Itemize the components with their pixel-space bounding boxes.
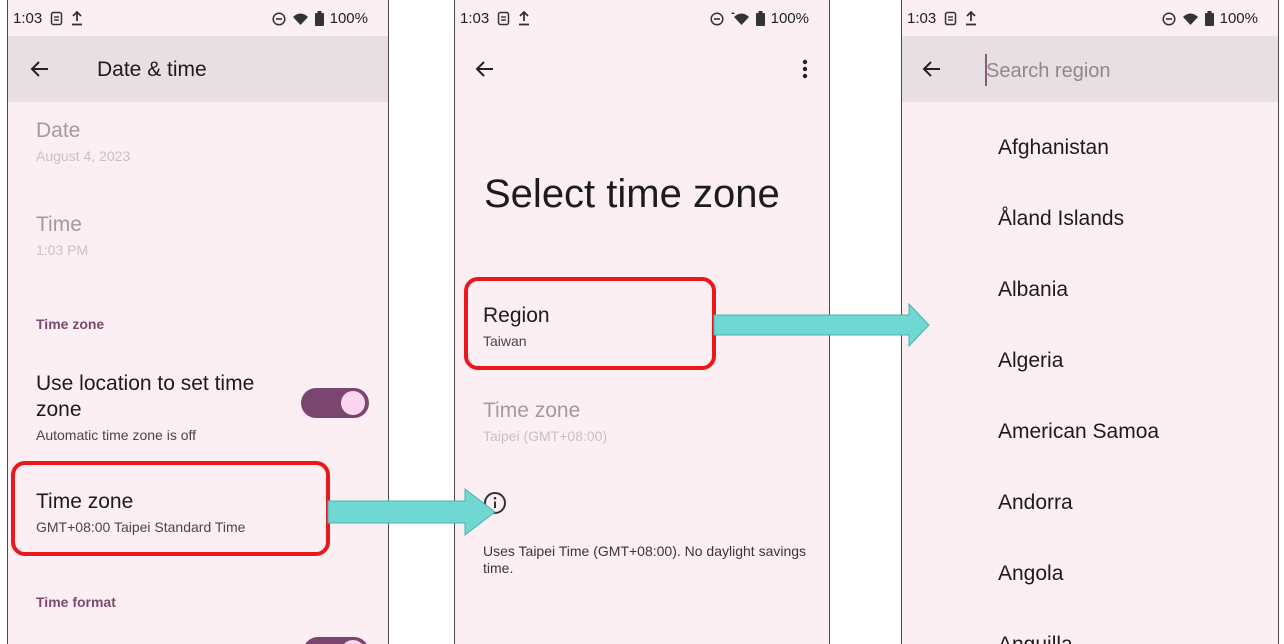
date-time-screen: 1:03 100% Date & time Date August 4, 202… xyxy=(7,0,389,644)
dnd-icon xyxy=(272,11,286,26)
back-arrow-icon[interactable] xyxy=(24,53,56,85)
arrow-to-search-region xyxy=(713,303,930,347)
toggle-knob xyxy=(341,391,365,415)
list-item[interactable]: Anguilla xyxy=(998,633,1073,644)
toggle-knob xyxy=(341,640,365,644)
time-format-toggle[interactable] xyxy=(303,637,369,644)
status-time: 1:03 xyxy=(13,10,43,27)
more-vert-icon[interactable] xyxy=(789,53,821,85)
search-app-bar xyxy=(902,36,1278,102)
sim-icon xyxy=(50,11,63,26)
search-region-input[interactable] xyxy=(986,56,1246,86)
time-zone-highlight-box xyxy=(11,461,330,556)
time-zone-title: Time zone xyxy=(483,399,581,422)
use-location-subtitle: Automatic time zone is off xyxy=(36,427,197,443)
list-item[interactable]: Angola xyxy=(998,562,1063,586)
status-bar: 1:03 100% xyxy=(8,0,388,36)
time-zone-footer-text: Uses Taipei Time (GMT+08:00). No dayligh… xyxy=(483,543,807,576)
time-zone-section-header: Time zone xyxy=(36,316,105,332)
battery-level: 100% xyxy=(770,10,809,27)
list-item[interactable]: Andorra xyxy=(998,491,1073,515)
battery-level: 100% xyxy=(329,10,368,27)
date-preference[interactable]: Date August 4, 2023 xyxy=(36,118,372,165)
upload-icon xyxy=(518,11,530,26)
list-item[interactable]: Albania xyxy=(998,278,1068,302)
back-arrow-icon[interactable] xyxy=(469,53,501,85)
list-item[interactable]: Algeria xyxy=(998,349,1063,373)
time-zone-preference[interactable]: Time zone Taipei (GMT+08:00) xyxy=(483,398,813,445)
dnd-icon xyxy=(710,11,724,26)
page-title: Date & time xyxy=(97,58,207,81)
time-preference[interactable]: Time 1:03 PM xyxy=(36,212,372,259)
page-title: Select time zone xyxy=(484,172,780,216)
use-location-preference[interactable]: Use location to set time zone Automatic … xyxy=(36,371,288,444)
use-location-title: Use location to set time zone xyxy=(36,372,255,421)
search-region-screen: 1:03 100% Afghanist xyxy=(901,0,1279,644)
status-bar: 1:03 100% xyxy=(902,0,1278,36)
list-item[interactable]: Åland Islands xyxy=(998,207,1124,231)
arrow-to-select-time-zone xyxy=(327,488,496,536)
app-bar: Date & time xyxy=(8,36,388,102)
use-location-toggle[interactable] xyxy=(301,388,369,418)
upload-icon xyxy=(71,11,83,26)
battery-level: 100% xyxy=(1219,10,1258,27)
time-zone-value: Taipei (GMT+08:00) xyxy=(483,428,608,444)
sim-icon xyxy=(497,11,510,26)
status-bar: 1:03 100% xyxy=(455,0,829,36)
wifi-icon xyxy=(730,11,750,26)
wifi-icon xyxy=(292,12,309,26)
list-item[interactable]: Afghanistan xyxy=(998,136,1109,160)
time-value: 1:03 PM xyxy=(36,242,89,258)
region-highlight-box xyxy=(464,277,716,370)
status-time: 1:03 xyxy=(907,10,937,27)
sim-icon xyxy=(944,11,957,26)
time-format-section-header: Time format xyxy=(36,594,116,610)
time-title: Time xyxy=(36,213,82,236)
date-value: August 4, 2023 xyxy=(36,148,131,164)
dnd-icon xyxy=(1162,11,1176,26)
battery-icon xyxy=(314,11,324,26)
wifi-icon xyxy=(1182,12,1199,26)
date-title: Date xyxy=(36,119,81,142)
list-item[interactable]: American Samoa xyxy=(998,420,1159,444)
app-bar xyxy=(455,36,829,102)
back-arrow-icon[interactable] xyxy=(916,53,948,85)
status-time: 1:03 xyxy=(460,10,490,27)
upload-icon xyxy=(965,11,977,26)
battery-icon xyxy=(1204,11,1214,26)
battery-icon xyxy=(755,11,765,26)
